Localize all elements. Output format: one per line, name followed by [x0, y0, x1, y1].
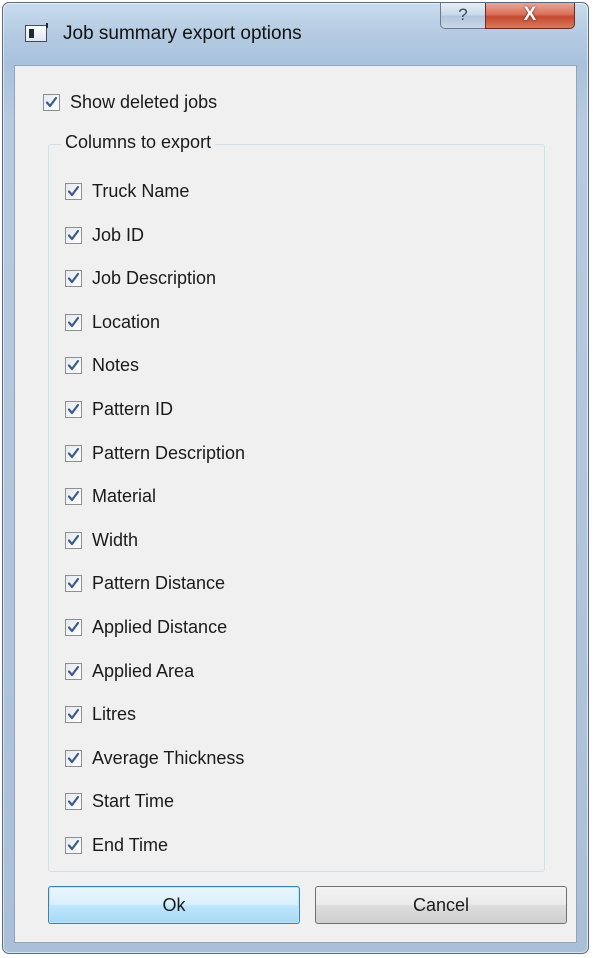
- checkbox-box[interactable]: [65, 400, 82, 418]
- column-checkbox-item[interactable]: Average Thickness: [65, 746, 244, 770]
- checkbox-label: Applied Distance: [92, 616, 228, 637]
- checkbox-label: Pattern ID: [92, 398, 174, 419]
- checkbox-box[interactable]: [65, 531, 82, 549]
- column-checkbox-item[interactable]: Applied Area: [65, 659, 194, 683]
- check-mark-icon: [67, 708, 80, 719]
- column-checkbox-item[interactable]: Start Time: [65, 789, 174, 813]
- checkbox-label: Litres: [92, 703, 137, 724]
- checkbox-label: Show deleted jobs: [70, 91, 218, 112]
- ok-button[interactable]: Ok: [48, 886, 300, 924]
- column-checkbox-item[interactable]: Job Description: [65, 266, 216, 290]
- checkbox-box[interactable]: [65, 444, 82, 462]
- title-bar[interactable]: Job summary export options ? X: [3, 3, 588, 67]
- check-mark-icon: [67, 752, 80, 763]
- checkbox-label: Pattern Description: [92, 442, 246, 463]
- check-mark-icon: [67, 359, 80, 370]
- checkbox-box[interactable]: [65, 313, 82, 331]
- check-mark-icon: [67, 447, 80, 458]
- column-checkbox-item[interactable]: End Time: [65, 833, 168, 857]
- column-checkbox-item[interactable]: Pattern Distance: [65, 571, 225, 595]
- column-checkbox-item[interactable]: Pattern Description: [65, 441, 245, 465]
- check-mark-icon: [45, 96, 58, 107]
- checkbox-label: End Time: [92, 834, 169, 855]
- window-title: Job summary export options: [63, 23, 302, 44]
- check-mark-icon: [67, 490, 80, 501]
- check-mark-icon: [67, 185, 80, 196]
- checkbox-box[interactable]: [65, 182, 82, 200]
- check-mark-icon: [67, 795, 80, 806]
- checkbox-label: Width: [92, 529, 139, 550]
- column-checkbox-item[interactable]: Applied Distance: [65, 615, 227, 639]
- checkbox-box[interactable]: [65, 226, 82, 244]
- column-checkbox-item[interactable]: Location: [65, 310, 160, 334]
- check-mark-icon: [67, 621, 80, 632]
- checkbox-label: Start Time: [92, 790, 175, 811]
- checkbox-box[interactable]: [65, 487, 82, 505]
- app-window-icon: [25, 23, 48, 42]
- check-mark-icon: [67, 316, 80, 327]
- checkbox-box[interactable]: [65, 269, 82, 287]
- checkbox-label: Applied Area: [92, 660, 195, 681]
- checkbox-label: Location: [92, 311, 161, 332]
- column-checkbox-item[interactable]: Material: [65, 484, 156, 508]
- checkbox-box[interactable]: [65, 618, 82, 636]
- dialog-client-area: Show deleted jobs Columns to export Truc…: [14, 65, 577, 943]
- checkbox-label: Pattern Distance: [92, 572, 226, 593]
- check-mark-icon: [67, 272, 80, 283]
- checkbox-label: Notes: [92, 354, 140, 375]
- help-button[interactable]: ?: [440, 3, 486, 29]
- check-mark-icon: [67, 839, 80, 850]
- checkbox-box[interactable]: [43, 93, 60, 111]
- column-checkbox-item[interactable]: Notes: [65, 353, 139, 377]
- check-mark-icon: [67, 665, 80, 676]
- checkbox-label: Job ID: [92, 224, 145, 245]
- check-mark-icon: [67, 229, 80, 240]
- column-checkbox-item[interactable]: Litres: [65, 702, 136, 726]
- checkbox-box[interactable]: [65, 705, 82, 723]
- cancel-button[interactable]: Cancel: [315, 886, 567, 924]
- checkbox-box[interactable]: [65, 356, 82, 374]
- checkbox-label: Material: [92, 485, 157, 506]
- close-button[interactable]: X: [485, 3, 575, 29]
- column-checkbox-item[interactable]: Truck Name: [65, 179, 189, 203]
- column-checkbox-item[interactable]: Job ID: [65, 223, 144, 247]
- column-checkbox-item[interactable]: Pattern ID: [65, 397, 173, 421]
- checkbox-box[interactable]: [65, 662, 82, 680]
- check-mark-icon: [67, 403, 80, 414]
- check-mark-icon: [67, 534, 80, 545]
- column-checkbox-item[interactable]: Width: [65, 528, 138, 552]
- checkbox-label: Average Thickness: [92, 747, 245, 768]
- checkbox-box[interactable]: [65, 836, 82, 854]
- checkbox-box[interactable]: [65, 792, 82, 810]
- checkbox-box[interactable]: [65, 574, 82, 592]
- check-mark-icon: [67, 577, 80, 588]
- group-title: Columns to export: [61, 132, 216, 153]
- checkbox-label: Job Description: [92, 267, 217, 288]
- checkbox-box[interactable]: [65, 749, 82, 767]
- show-deleted-jobs-checkbox[interactable]: Show deleted jobs: [43, 90, 217, 114]
- checkbox-label: Truck Name: [92, 180, 190, 201]
- dialog-window: Job summary export options ? X Show dele…: [2, 2, 589, 954]
